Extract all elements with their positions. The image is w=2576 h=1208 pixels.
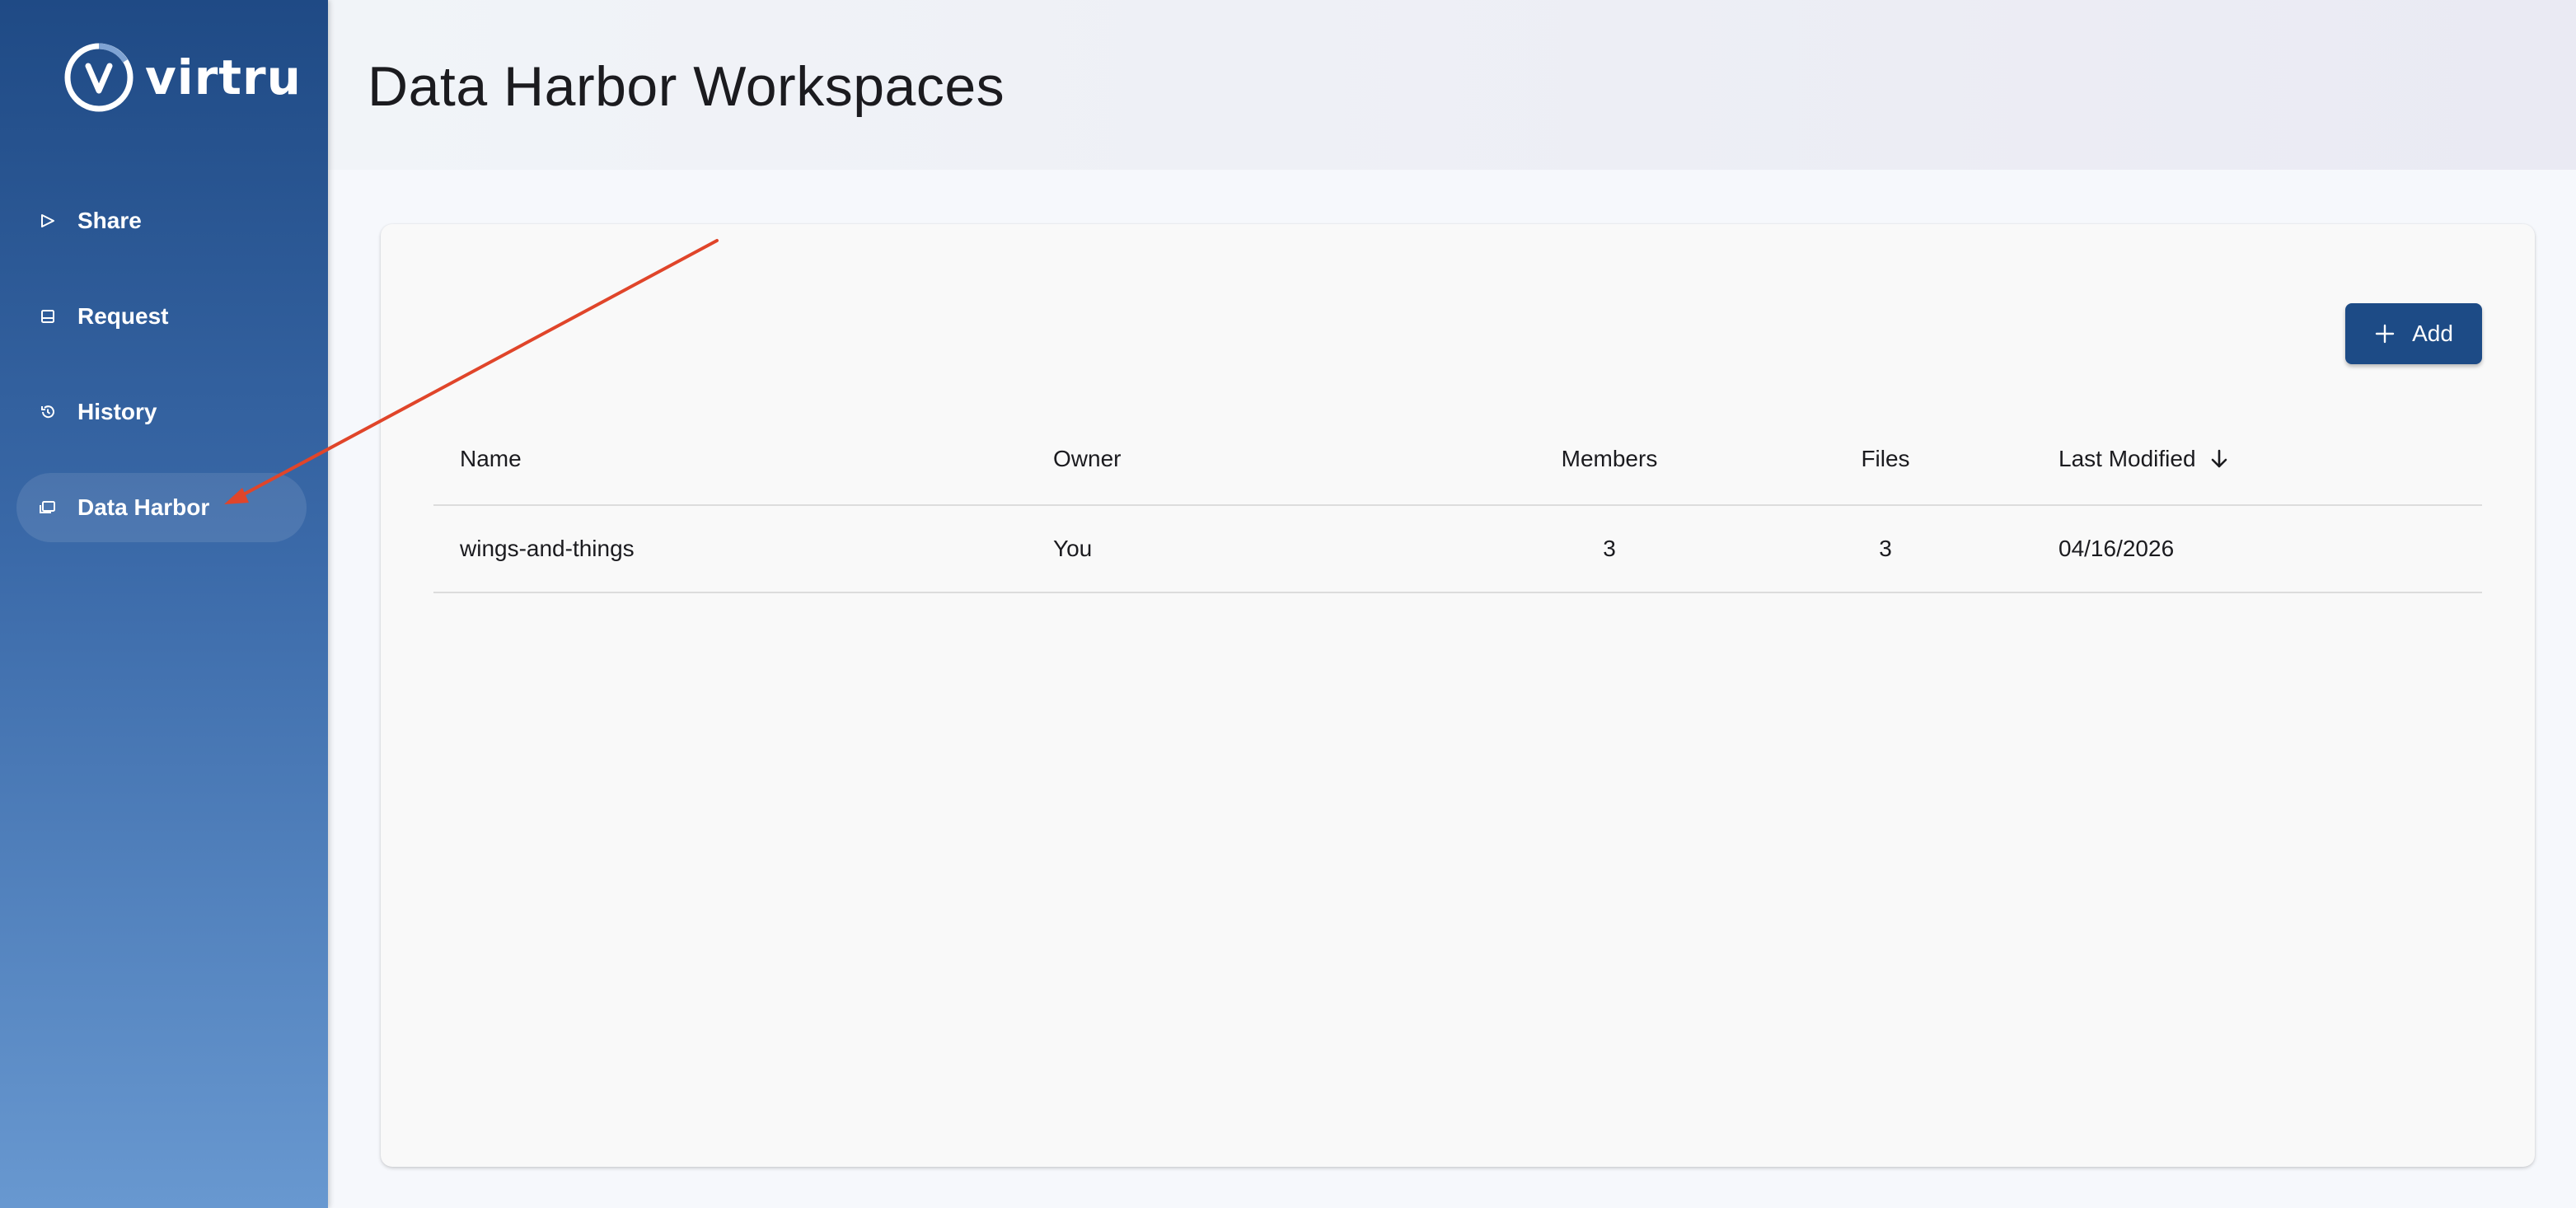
sidebar-item-share[interactable]: Share — [16, 186, 307, 255]
sidebar-item-label: History — [77, 399, 157, 424]
sidebar-item-history[interactable]: History — [16, 377, 307, 447]
virtru-logo[interactable]: virtru — [63, 40, 302, 115]
workspaces-card: Add Name Owner Members Files Last Modifi… — [381, 224, 2535, 1167]
page-title: Data Harbor Workspaces — [368, 55, 1005, 118]
folders-icon — [38, 498, 58, 517]
table-header-row: Name Owner Members Files Last Modified — [433, 414, 2482, 506]
table-row[interactable]: wings-and-things You 3 3 04/16/2026 — [433, 506, 2482, 593]
brand-name: virtru — [145, 49, 302, 105]
workspaces-table: Name Owner Members Files Last Modified w… — [433, 414, 2482, 593]
sidebar-item-request[interactable]: Request — [16, 282, 307, 351]
sidebar-item-label: Request — [77, 303, 169, 329]
virtru-logo-icon — [64, 43, 133, 112]
cell-name[interactable]: wings-and-things — [460, 506, 635, 592]
send-icon — [38, 211, 58, 231]
inbox-icon — [38, 307, 58, 326]
column-header-owner[interactable]: Owner — [1053, 414, 1121, 504]
column-header-members[interactable]: Members — [1473, 414, 1745, 504]
app-window: virtru Share Request History Data Harbor — [0, 0, 2576, 1208]
sidebar-item-data-harbor[interactable]: Data Harbor — [16, 473, 307, 542]
column-header-files[interactable]: Files — [1811, 414, 1960, 504]
history-icon — [38, 402, 58, 422]
cell-members: 3 — [1603, 536, 1616, 561]
sidebar-item-label: Share — [77, 208, 142, 233]
sidebar: virtru Share Request History Data Harbor — [0, 0, 328, 1208]
cell-owner: You — [1053, 536, 1093, 561]
add-button-label: Add — [2412, 321, 2453, 346]
cell-files: 3 — [1879, 536, 1892, 561]
cell-last-modified: 04/16/2026 — [2058, 536, 2175, 561]
page-header: Data Harbor Workspaces — [328, 0, 2576, 170]
arrow-down-icon[interactable] — [2208, 447, 2231, 471]
plus-icon — [2375, 324, 2395, 344]
column-header-label: Last Modified — [2058, 446, 2196, 471]
add-workspace-button[interactable]: Add — [2345, 303, 2482, 364]
sidebar-item-label: Data Harbor — [77, 494, 210, 520]
column-header-last-modified[interactable]: Last Modified — [2058, 414, 2231, 504]
column-header-name[interactable]: Name — [460, 414, 522, 504]
